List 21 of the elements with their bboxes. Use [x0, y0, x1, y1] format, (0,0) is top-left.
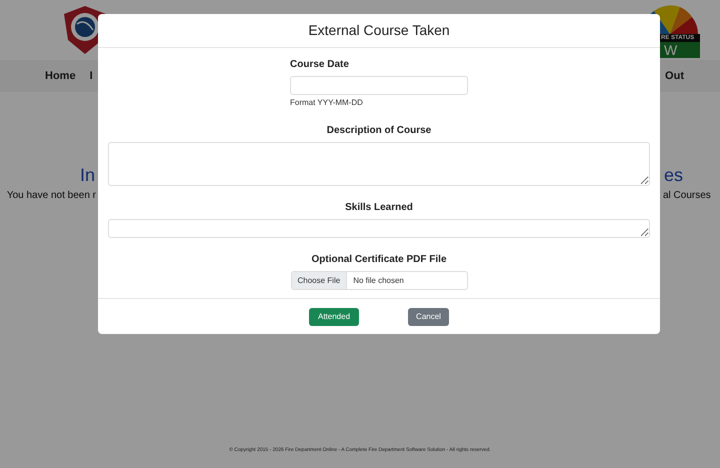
cancel-button[interactable]: Cancel — [408, 308, 449, 326]
help-text: Format YYY-MM-DD — [290, 97, 364, 109]
file-name-text: No file chosen — [352, 274, 405, 286]
field-label: Skills Learned — [345, 201, 413, 215]
choose-file-button[interactable]: Choose File — [292, 272, 348, 289]
field-label: Optional Certificate PDF File — [311, 253, 447, 267]
info-message: You have not been r — [6, 189, 96, 203]
nav-link[interactable]: Home — [45, 68, 76, 84]
page-heading: In — [80, 164, 95, 186]
text-area-field[interactable] — [108, 142, 650, 186]
date-input-field[interactable] — [290, 76, 468, 95]
modal-title: External Course Taken — [308, 21, 450, 40]
attended-button[interactable]: Attended — [309, 308, 359, 326]
field-label: Course Date — [290, 58, 350, 72]
nav-link[interactable]: I — [90, 68, 93, 84]
field-label: Description of Course — [326, 124, 432, 138]
text-area-field[interactable] — [108, 219, 650, 238]
logo-letter: W — [664, 42, 678, 58]
page-heading: es — [664, 164, 684, 186]
nav-link[interactable]: Out — [665, 68, 684, 84]
info-message: al Courses — [663, 189, 711, 203]
